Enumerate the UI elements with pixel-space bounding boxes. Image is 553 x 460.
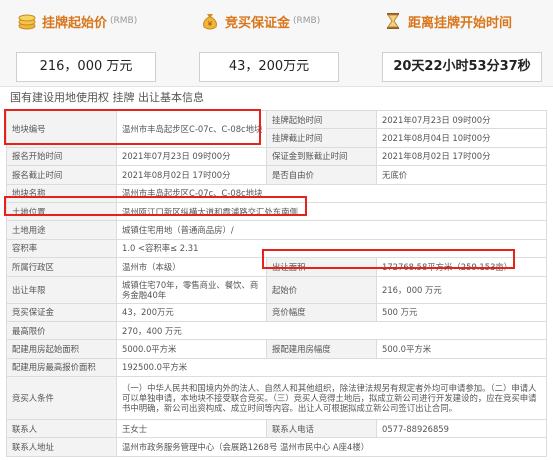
table-row: 所属行政区 温州市（本级） 出让面积 172768.58平方米（259.153亩… (6, 257, 547, 277)
row-key: 起始价 (266, 275, 377, 304)
row-value: 无底价 (376, 165, 547, 185)
row-value: 172768.58平方米（259.153亩） (376, 257, 547, 277)
start-price-unit: (RMB) (110, 16, 138, 26)
row-value: 2021年07月23日 09时00分 (116, 146, 267, 167)
row-value: 0577-88926859 (376, 419, 547, 439)
table-row: 土地用途 城镇住宅用地（普通商品房）/ (6, 220, 547, 240)
summary-header: 挂牌起始价 (RMB) 216，000 万元 ¥ 竞买保证金 (RMB) 43，… (0, 0, 553, 87)
row-value: 2021年07月23日 09时00分 (376, 109, 547, 130)
row-value: 城镇住宅70年，零售商业、餐饮、商务金融40年 (116, 275, 267, 304)
row-key: 竞价幅度 (266, 302, 377, 322)
row-value: 温州市（本级） (116, 257, 267, 277)
row-key: 所属行政区 (6, 257, 117, 277)
start-price-value: 216，000 万元 (16, 52, 156, 82)
row-key: 报配建用房幅度 (266, 339, 377, 359)
deposit-unit: (RMB) (293, 16, 321, 26)
table-row: 地块名称 温州市丰岛起步区C-07c、C-08c地块 (6, 183, 547, 203)
row-value: 2021年08月02日 17时00分 (116, 165, 267, 185)
table-row: 竞买人条件 （一）中华人民共和国境内外的法人、自然人和其他组织，除法律法规另有规… (6, 376, 547, 421)
table-row: 配建用房最高报价面积 192500.0平方米 (6, 357, 547, 378)
row-key: 报名截止时间 (6, 165, 117, 185)
countdown-label: 距离挂牌开始时间 (408, 15, 513, 31)
row-key: 配建用房最高报价面积 (6, 357, 117, 378)
table-row: 联系人地址 温州市政务服务管理中心（会展路1268号 温州市民中心 A座4楼） (6, 437, 547, 457)
row-key: 联系人电话 (266, 419, 377, 439)
row-key: 容积率 (6, 238, 117, 259)
row-value: 温州瓯江口新区纵横大道和霞浦路交汇处东南侧 (116, 201, 547, 222)
svg-text:¥: ¥ (208, 20, 213, 28)
money-bag-icon: ¥ (199, 10, 221, 32)
row-value: 温州市丰岛起步区C-07c、C-08c地块 (116, 110, 267, 148)
row-key: 配建用房起始面积 (6, 339, 117, 359)
table-row: 报名开始时间 2021年07月23日 09时00分 保证金到账截止时间 2021… (6, 146, 547, 167)
row-value: 2021年08月04日 10时00分 (376, 128, 547, 148)
row-value: 500.0平方米 (376, 339, 547, 359)
row-key: 地块编号 (6, 110, 117, 148)
deposit-label: 竞买保证金 (225, 15, 291, 31)
land-info-table: 地块编号 温州市丰岛起步区C-07c、C-08c地块 挂牌起始时间 2021年0… (4, 109, 547, 457)
row-value: 5000.0平方米 (116, 339, 267, 359)
section-title: 国有建设用地使用权 挂牌 出让基本信息 (0, 88, 553, 108)
row-key: 土地位置 (6, 201, 117, 222)
row-value: 1.0 <容积率≤ 2.31 (116, 238, 547, 259)
row-value: 王女士 (116, 419, 267, 439)
row-key: 联系人 (6, 419, 117, 439)
row-key: 联系人地址 (6, 437, 117, 457)
row-key: 出让面积 (266, 257, 377, 277)
table-row: 报名截止时间 2021年08月02日 17时00分 是否自由价 无底价 (6, 165, 547, 185)
row-key: 竞买人条件 (6, 376, 117, 421)
row-key: 报名开始时间 (6, 146, 117, 167)
start-price-card: 挂牌起始价 (RMB) 216，000 万元 (16, 8, 156, 82)
row-key: 挂牌起始时间 (266, 109, 377, 130)
start-price-label: 挂牌起始价 (42, 15, 108, 31)
row-key: 竞买保证金 (6, 302, 117, 322)
table-row: 土地位置 温州瓯江口新区纵横大道和霞浦路交汇处东南侧 (6, 201, 547, 222)
row-value: 温州市丰岛起步区C-07c、C-08c地块 (116, 183, 547, 203)
table-row: 地块编号 温州市丰岛起步区C-07c、C-08c地块 挂牌起始时间 2021年0… (6, 109, 547, 148)
row-key: 挂牌截止时间 (266, 128, 377, 148)
coins-icon (16, 10, 38, 32)
table-row: 配建用房起始面积 5000.0平方米 报配建用房幅度 500.0平方米 (6, 339, 547, 359)
row-value: 43，200万元 (116, 302, 267, 322)
table-row: 最高限价 270，400 万元 (6, 320, 547, 341)
row-key: 地块名称 (6, 183, 117, 203)
row-key: 出让年限 (6, 275, 117, 304)
table-row: 容积率 1.0 <容积率≤ 2.31 (6, 238, 547, 259)
row-value: 温州市政务服务管理中心（会展路1268号 温州市民中心 A座4楼） (116, 437, 547, 457)
row-value: 270，400 万元 (116, 320, 547, 341)
row-value: 城镇住宅用地（普通商品房）/ (116, 220, 547, 240)
deposit-value: 43，200万元 (199, 52, 339, 82)
row-value: 192500.0平方米 (116, 357, 547, 378)
row-key: 是否自由价 (266, 165, 377, 185)
row-value: 216，000 万元 (376, 275, 547, 304)
table-row: 竞买保证金 43，200万元 竞价幅度 500 万元 (6, 302, 547, 322)
countdown-card: 距离挂牌开始时间 20天22小时53分37秒 (382, 8, 542, 82)
table-row: 联系人 王女士 联系人电话 0577-88926859 (6, 419, 547, 439)
row-key: 土地用途 (6, 220, 117, 240)
row-key: 最高限价 (6, 320, 117, 341)
deposit-card: ¥ 竞买保证金 (RMB) 43，200万元 (199, 8, 339, 82)
bidder-conditions: （一）中华人民共和国境内外的法人、自然人和其他组织，除法律法规另有规定者外均可申… (116, 376, 547, 421)
hourglass-icon (382, 10, 404, 32)
row-value: 2021年08月02日 17时00分 (376, 146, 547, 167)
row-key: 保证金到账截止时间 (266, 146, 377, 167)
countdown-value: 20天22小时53分37秒 (382, 52, 542, 82)
table-row: 出让年限 城镇住宅70年，零售商业、餐饮、商务金融40年 起始价 216，000… (6, 275, 547, 304)
row-value: 500 万元 (376, 302, 547, 322)
